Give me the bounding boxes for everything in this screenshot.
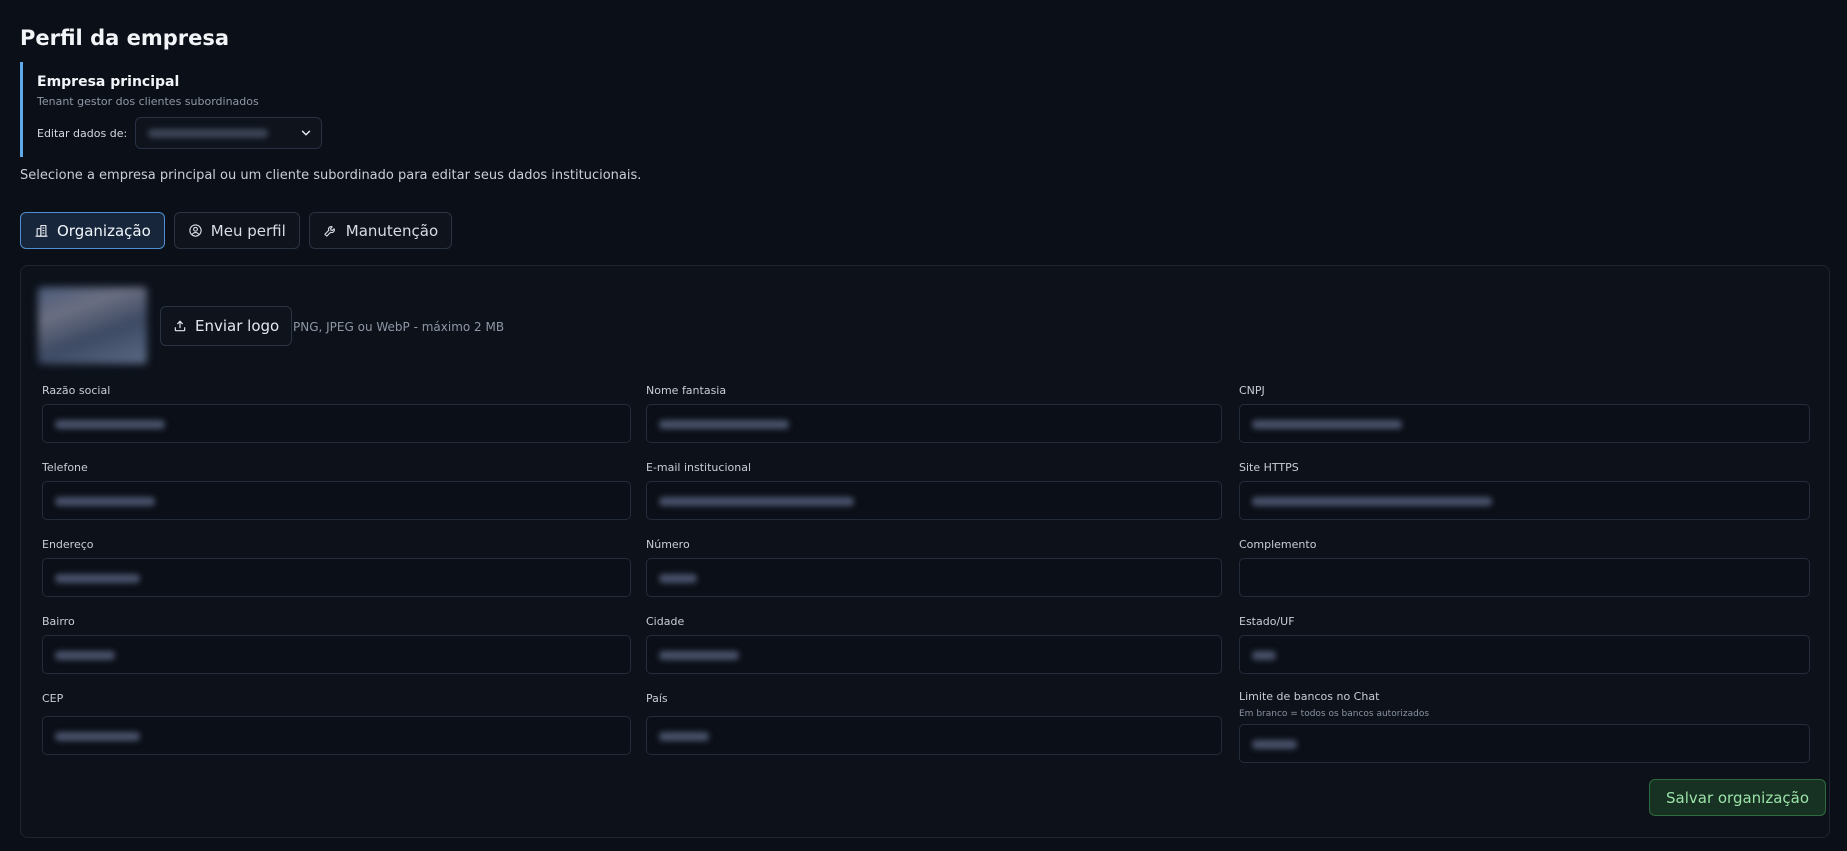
tab-bar: Organização Meu perfil Manutenção — [20, 212, 453, 249]
tenant-edit-row: Editar dados de: — [37, 117, 360, 149]
redacted-value — [1252, 651, 1276, 660]
redacted-value — [659, 497, 854, 506]
tab-label: Manutenção — [345, 221, 439, 240]
field-cep: CEP — [42, 692, 631, 755]
redacted-value — [55, 651, 115, 660]
field-limite-bancos-chat: Limite de bancos no Chat Em branco = tod… — [1239, 690, 1810, 763]
limite-bancos-chat-input[interactable] — [1239, 724, 1810, 763]
tenant-panel: Empresa principal Tenant gestor dos clie… — [20, 62, 360, 157]
user-circle-icon — [189, 224, 202, 237]
field-label: Site HTTPS — [1239, 461, 1299, 474]
tenant-subtitle: Tenant gestor dos clientes subordinados — [37, 95, 259, 108]
field-label: Endereço — [42, 538, 94, 551]
field-label: Bairro — [42, 615, 75, 628]
numero-input[interactable] — [646, 558, 1222, 597]
field-site-https: Site HTTPS — [1239, 461, 1810, 520]
field-telefone: Telefone — [42, 461, 631, 520]
page-title: Perfil da empresa — [20, 26, 230, 50]
building-icon — [35, 224, 48, 237]
tab-organizacao[interactable]: Organização — [20, 212, 165, 249]
field-label: Nome fantasia — [646, 384, 727, 397]
pais-input[interactable] — [646, 716, 1222, 755]
field-razao-social: Razão social — [42, 384, 631, 443]
field-nome-fantasia: Nome fantasia — [646, 384, 1222, 443]
field-label: Número — [646, 538, 690, 551]
field-label: Telefone — [42, 461, 88, 474]
field-numero: Número — [646, 538, 1222, 597]
redacted-value — [659, 420, 789, 429]
tenant-select[interactable] — [135, 117, 323, 149]
field-email-institucional: E-mail institucional — [646, 461, 1222, 520]
redacted-value — [55, 574, 140, 583]
save-organization-button[interactable]: Salvar organização — [1649, 779, 1827, 816]
field-estado-uf: Estado/UF — [1239, 615, 1810, 674]
email-institucional-input[interactable] — [646, 481, 1222, 520]
field-label: CEP — [42, 692, 64, 705]
tab-manutencao[interactable]: Manutenção — [308, 212, 453, 249]
wrench-icon — [324, 226, 335, 237]
field-label: E-mail institucional — [646, 461, 751, 474]
nome-fantasia-input[interactable] — [646, 404, 1222, 443]
redacted-value — [659, 732, 709, 741]
field-cnpj: CNPJ — [1239, 384, 1810, 443]
upload-icon — [174, 320, 186, 332]
page-hint: Selecione a empresa principal ou um clie… — [20, 168, 642, 183]
site-https-input[interactable] — [1239, 481, 1810, 520]
tenant-select-value-redacted — [148, 129, 269, 138]
organization-form-card: Enviar logo PNG, JPEG ou WebP - máximo 2… — [20, 265, 1830, 838]
complemento-input[interactable] — [1239, 558, 1810, 597]
field-complemento: Complemento — [1239, 538, 1810, 597]
tenant-title: Empresa principal — [37, 74, 180, 90]
upload-logo-hint: PNG, JPEG ou WebP - máximo 2 MB — [293, 320, 505, 334]
field-bairro: Bairro — [42, 615, 631, 674]
field-pais: País — [646, 692, 1222, 755]
redacted-value — [55, 420, 165, 429]
redacted-value — [1252, 497, 1492, 506]
redacted-value — [659, 651, 739, 660]
field-label: País — [646, 692, 668, 705]
cep-input[interactable] — [42, 716, 631, 755]
field-label: Razão social — [42, 384, 111, 397]
company-logo-preview — [38, 287, 147, 364]
redacted-value — [659, 574, 697, 583]
bairro-input[interactable] — [42, 635, 631, 674]
tenant-edit-label: Editar dados de: — [37, 126, 128, 140]
field-label: CNPJ — [1239, 384, 1265, 397]
redacted-value — [55, 732, 140, 741]
field-label: Complemento — [1239, 538, 1317, 551]
estado-uf-input[interactable] — [1239, 635, 1810, 674]
razao-social-input[interactable] — [42, 404, 631, 443]
field-label: Limite de bancos no Chat — [1239, 690, 1380, 703]
redacted-value — [55, 497, 155, 506]
cidade-input[interactable] — [646, 635, 1222, 674]
tab-meu-perfil[interactable]: Meu perfil — [173, 212, 300, 249]
field-sublabel: Em branco = todos os bancos autorizados — [1239, 709, 1430, 719]
cnpj-input[interactable] — [1239, 404, 1810, 443]
upload-logo-button[interactable]: Enviar logo — [160, 306, 293, 346]
endereco-input[interactable] — [42, 558, 631, 597]
field-label: Cidade — [646, 615, 685, 628]
chevron-down-icon — [301, 130, 311, 136]
tab-label: Meu perfil — [210, 221, 286, 240]
field-label: Estado/UF — [1239, 615, 1295, 628]
field-cidade: Cidade — [646, 615, 1222, 674]
upload-logo-label: Enviar logo — [195, 317, 280, 335]
redacted-value — [1252, 420, 1402, 429]
redacted-value — [1252, 740, 1297, 749]
company-profile-page: Perfil da empresa Empresa principal Tena… — [0, 0, 1847, 851]
tab-label: Organização — [57, 221, 151, 240]
telefone-input[interactable] — [42, 481, 631, 520]
field-endereco: Endereço — [42, 538, 631, 597]
